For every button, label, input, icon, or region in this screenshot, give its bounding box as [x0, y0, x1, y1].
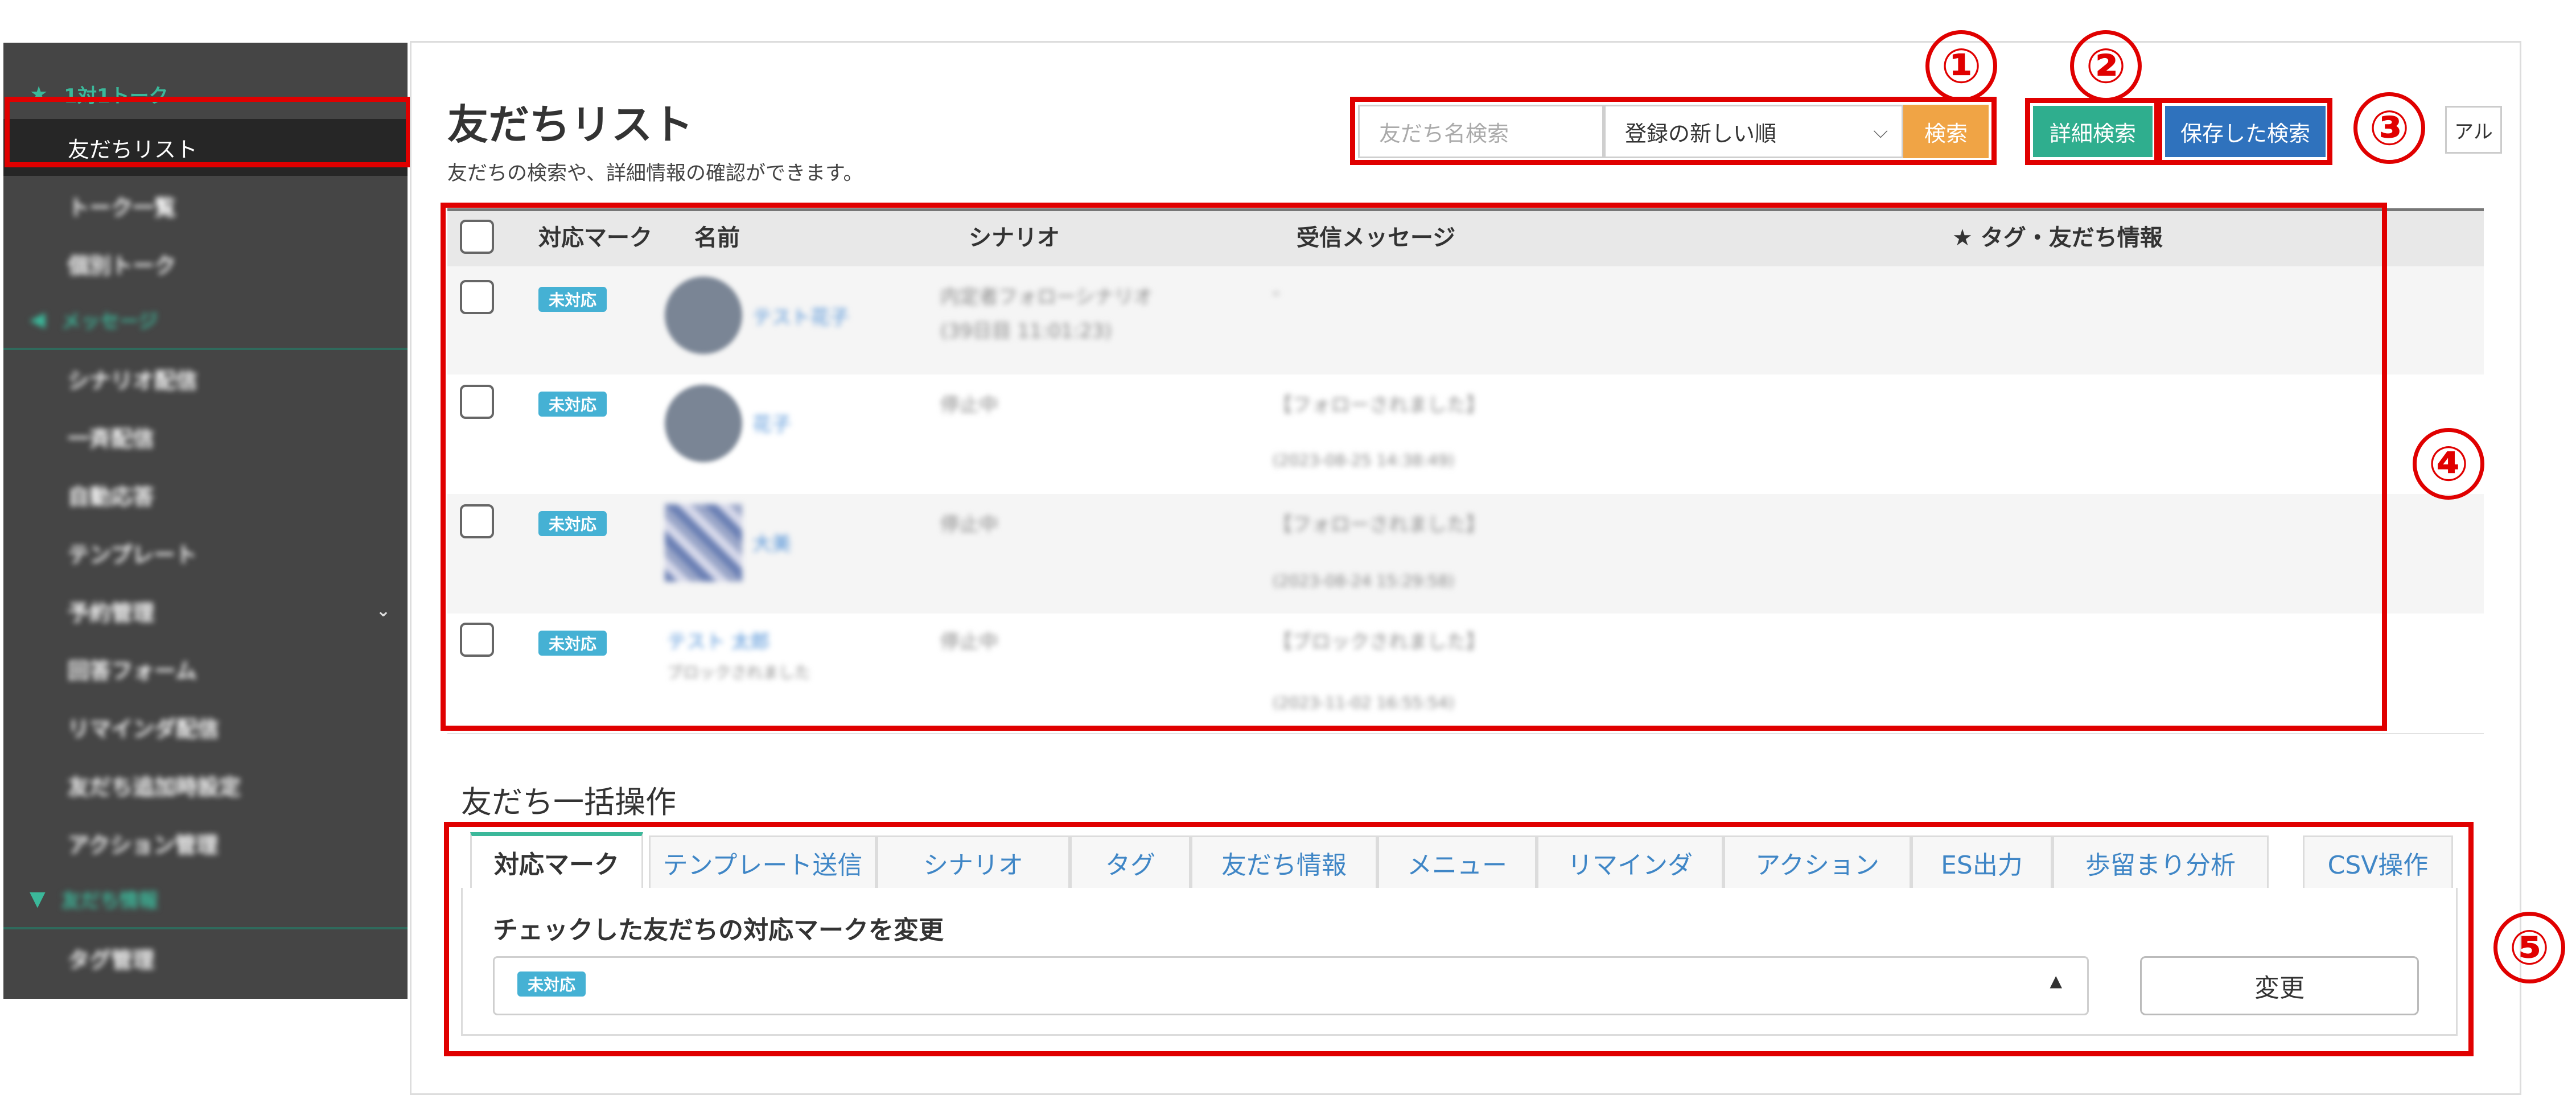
sidebar-item-label: テンプレート [68, 542, 197, 567]
sidebar-section-friends[interactable]: ▼ 友だち情報 [3, 870, 408, 927]
sidebar-item-label: 予約管理 [68, 600, 155, 625]
sidebar-item-label: タグ管理 [68, 947, 155, 973]
annotation-number-5: ⑤ [2484, 905, 2575, 990]
sidebar-item[interactable]: アクション管理 [3, 814, 408, 871]
annotation-number-4: ④ [2403, 421, 2494, 507]
sidebar-item[interactable]: シナリオ配信 [3, 350, 408, 407]
sidebar-item[interactable]: タグ管理 [3, 929, 408, 986]
chevron-down-icon: ⌄ [376, 600, 390, 621]
manual-button[interactable]: アル [2445, 106, 2502, 154]
highlight-box-5 [444, 822, 2474, 1056]
sidebar-item-label: リマインダ配信 [68, 716, 220, 742]
sidebar-section-message[interactable]: ◀ メッセージ [3, 291, 408, 348]
megaphone-icon: ◀ [30, 307, 46, 331]
sidebar-item-label: 一斉配信 [68, 426, 155, 451]
sidebar-section-label: メッセージ [61, 310, 158, 333]
sidebar-item[interactable]: 自動応答 [3, 466, 408, 523]
sidebar-item[interactable]: 友だち追加時設定 [3, 756, 408, 813]
filter-icon: ▼ [30, 887, 46, 911]
sidebar-item-label: 友だち追加時設定 [68, 774, 241, 800]
sidebar-item[interactable]: 一斉配信 [3, 408, 408, 465]
annotation-number-2: ② [2060, 30, 2151, 102]
sidebar-item[interactable]: リマインダ配信 [3, 698, 408, 755]
bulk-operations-title: 友だち一括操作 [461, 784, 676, 820]
sidebar-item[interactable]: 個別トーク [3, 235, 408, 292]
highlight-box-4 [441, 203, 2387, 731]
sidebar-item[interactable]: 予約管理 ⌄ [3, 582, 408, 639]
page-description: 友だちの検索や、詳細情報の確認ができます。 [447, 162, 863, 185]
highlight-box-2 [2025, 98, 2159, 165]
sidebar-item-label: 自動応答 [68, 484, 155, 509]
sidebar-item[interactable]: 回答フォーム [3, 640, 408, 697]
annotation-number-3: ③ [2344, 91, 2435, 165]
sidebar-item-label: シナリオ配信 [68, 368, 198, 393]
annotation-number-1: ① [1916, 30, 2007, 102]
sidebar-item[interactable]: テンプレート [3, 524, 408, 581]
highlight-box-3 [2157, 98, 2332, 165]
sidebar-item-label: 回答フォーム [68, 658, 197, 684]
sidebar-item-label: 個別トーク [68, 253, 176, 278]
sidebar-section-label: 友だち情報 [61, 889, 158, 912]
highlight-box-1 [1350, 97, 1997, 165]
sidebar-item-label: アクション管理 [68, 832, 219, 858]
sidebar-item[interactable]: トーク一覧 [3, 177, 408, 234]
sidebar-item-label: トーク一覧 [68, 195, 176, 220]
sidebar: ★ 1対1トーク 友だちリスト トーク一覧 個別トーク ◀ メッセージ シナリオ… [3, 43, 408, 999]
highlight-box-friends-list [5, 97, 411, 167]
page-title: 友だちリスト [447, 101, 694, 149]
